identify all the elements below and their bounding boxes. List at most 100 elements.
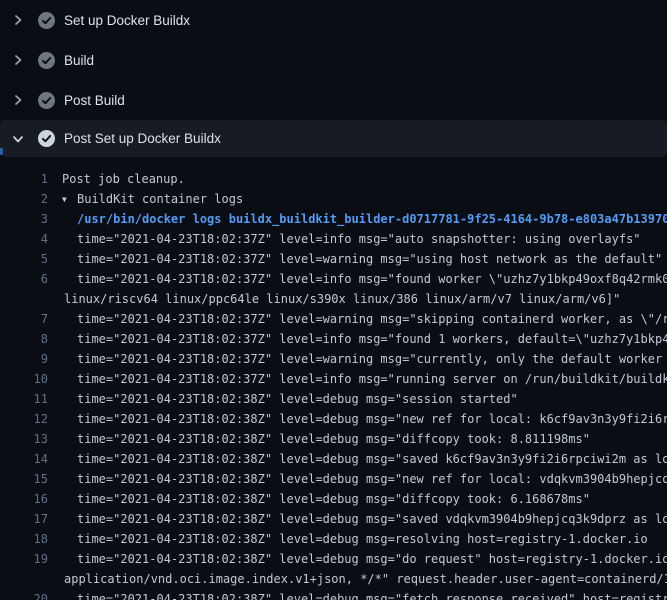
log-line-body: ▼time="2021-04-23T18:02:38Z" level=debug… — [48, 549, 667, 569]
log-line-text: time="2021-04-23T18:02:37Z" level=info m… — [77, 332, 667, 346]
step-header-set-up-docker-buildx[interactable]: Set up Docker Buildx — [0, 0, 667, 40]
log-line-number[interactable]: 19 — [0, 549, 48, 569]
log-line: 20 ▼time="2021-04-23T18:02:38Z" level=de… — [0, 589, 667, 600]
log-line: 3 ▼/usr/bin/docker logs buildx_buildkit_… — [0, 209, 667, 229]
focus-indicator — [0, 148, 3, 155]
log-line-number[interactable]: 7 — [0, 309, 48, 329]
log-line-body: ▼time="2021-04-23T18:02:38Z" level=debug… — [48, 509, 667, 529]
log-line-text: time="2021-04-23T18:02:37Z" level=info m… — [77, 272, 667, 286]
chevron-right-icon[interactable] — [10, 52, 26, 68]
chevron-right-icon[interactable] — [10, 92, 26, 108]
log-line-number[interactable]: 1 — [0, 169, 48, 189]
steps-panel: Set up Docker Buildx Build — [0, 0, 667, 157]
log-line: ▼application/vnd.oci.image.index.v1+json… — [0, 569, 667, 589]
log-line-body: ▼time="2021-04-23T18:02:37Z" level=info … — [48, 229, 641, 249]
log-line-number[interactable]: 16 — [0, 489, 48, 509]
log-line-body: ▼time="2021-04-23T18:02:37Z" level=warni… — [48, 309, 667, 329]
log-line-body: ▼time="2021-04-23T18:02:37Z" level=warni… — [48, 249, 662, 269]
log-line-text: /usr/bin/docker logs buildx_buildkit_bui… — [77, 212, 667, 226]
log-line: 1 ▼Post job cleanup. — [0, 169, 667, 189]
log-line: 19 ▼time="2021-04-23T18:02:38Z" level=de… — [0, 549, 667, 569]
step-title: Build — [64, 53, 94, 68]
log-line-text: time="2021-04-23T18:02:37Z" level=warnin… — [77, 252, 662, 266]
log-line: 7 ▼time="2021-04-23T18:02:37Z" level=war… — [0, 309, 667, 329]
log-line-text: time="2021-04-23T18:02:38Z" level=debug … — [77, 412, 667, 426]
log-line-number[interactable]: 6 — [0, 269, 48, 289]
log-line-text: time="2021-04-23T18:02:37Z" level=warnin… — [77, 312, 667, 326]
log-line-number[interactable]: 14 — [0, 449, 48, 469]
chevron-right-icon[interactable] — [10, 12, 26, 28]
log-line-body: ▼time="2021-04-23T18:02:37Z" level=warni… — [48, 349, 667, 369]
step-title: Post Set up Docker Buildx — [64, 131, 221, 146]
log-line-number[interactable]: 20 — [0, 589, 48, 600]
log-line-body: ▼time="2021-04-23T18:02:38Z" level=debug… — [48, 449, 667, 469]
step-header-post-build[interactable]: Post Build — [0, 80, 667, 120]
log-line-body: ▼time="2021-04-23T18:02:38Z" level=debug… — [48, 489, 590, 509]
log-line-number[interactable]: 9 — [0, 349, 48, 369]
log-line-text: BuildKit container logs — [77, 192, 243, 206]
status-check-icon — [38, 92, 55, 109]
log-line-body: ▼time="2021-04-23T18:02:37Z" level=info … — [48, 369, 667, 389]
log-line: 14 ▼time="2021-04-23T18:02:38Z" level=de… — [0, 449, 667, 469]
log-line-body: ▼time="2021-04-23T18:02:38Z" level=debug… — [48, 529, 648, 549]
log-group-toggle-icon[interactable]: ▼ — [62, 190, 77, 209]
log-line-body: ▼time="2021-04-23T18:02:37Z" level=info … — [48, 329, 667, 349]
log-line-body: ▼time="2021-04-23T18:02:38Z" level=debug… — [48, 389, 518, 409]
log-line-text: time="2021-04-23T18:02:38Z" level=debug … — [77, 492, 590, 506]
log-line-number[interactable]: 15 — [0, 469, 48, 489]
step-title: Set up Docker Buildx — [64, 13, 190, 28]
log-line-body: ▼time="2021-04-23T18:02:38Z" level=debug… — [48, 469, 667, 489]
log-line: 6 ▼time="2021-04-23T18:02:37Z" level=inf… — [0, 269, 667, 289]
log-line-text: linux/riscv64 linux/ppc64le linux/s390x … — [64, 292, 620, 306]
log-line-body: ▼BuildKit container logs — [48, 189, 243, 209]
status-check-icon — [38, 12, 55, 29]
log-line-body: ▼time="2021-04-23T18:02:38Z" level=debug… — [48, 429, 590, 449]
log-line: 5 ▼time="2021-04-23T18:02:37Z" level=war… — [0, 249, 667, 269]
log-line-number[interactable]: 18 — [0, 529, 48, 549]
log-line-number[interactable]: 2 — [0, 189, 48, 209]
log-line-number[interactable]: 3 — [0, 209, 48, 229]
log-line-text: time="2021-04-23T18:02:37Z" level=info m… — [77, 232, 641, 246]
log-line-body: ▼time="2021-04-23T18:02:38Z" level=debug… — [48, 589, 667, 600]
log-line-body: ▼linux/riscv64 linux/ppc64le linux/s390x… — [48, 289, 620, 309]
log-line-body: ▼time="2021-04-23T18:02:37Z" level=info … — [48, 269, 667, 289]
log-line-number[interactable]: 5 — [0, 249, 48, 269]
log-line-text: time="2021-04-23T18:02:38Z" level=debug … — [77, 452, 667, 466]
log-line: 11 ▼time="2021-04-23T18:02:38Z" level=de… — [0, 389, 667, 409]
step-header-post-set-up-docker-buildx[interactable]: Post Set up Docker Buildx — [0, 120, 667, 157]
log-line: 2 ▼BuildKit container logs — [0, 189, 667, 209]
log-line: 9 ▼time="2021-04-23T18:02:37Z" level=war… — [0, 349, 667, 369]
log-line: 17 ▼time="2021-04-23T18:02:38Z" level=de… — [0, 509, 667, 529]
log-line-text: time="2021-04-23T18:02:38Z" level=debug … — [77, 512, 667, 526]
step-header-build[interactable]: Build — [0, 40, 667, 80]
log-line-body: ▼application/vnd.oci.image.index.v1+json… — [48, 569, 667, 589]
log-line: 18 ▼time="2021-04-23T18:02:38Z" level=de… — [0, 529, 667, 549]
log-line-text: time="2021-04-23T18:02:37Z" level=warnin… — [77, 352, 667, 366]
log-line-text: time="2021-04-23T18:02:37Z" level=info m… — [77, 372, 667, 386]
log-line-number[interactable] — [0, 569, 48, 589]
log-line-text: time="2021-04-23T18:02:38Z" level=debug … — [77, 532, 648, 546]
log-line-number[interactable]: 11 — [0, 389, 48, 409]
log-line-number[interactable]: 10 — [0, 369, 48, 389]
log-line-number[interactable]: 4 — [0, 229, 48, 249]
log-line-number[interactable]: 13 — [0, 429, 48, 449]
log-line-text: Post job cleanup. — [62, 172, 185, 186]
log-line: 8 ▼time="2021-04-23T18:02:37Z" level=inf… — [0, 329, 667, 349]
log-line: 13 ▼time="2021-04-23T18:02:38Z" level=de… — [0, 429, 667, 449]
log-line: 4 ▼time="2021-04-23T18:02:37Z" level=inf… — [0, 229, 667, 249]
log-line-number[interactable]: 12 — [0, 409, 48, 429]
log-line-body: ▼Post job cleanup. — [48, 169, 185, 189]
step-title: Post Build — [64, 93, 125, 108]
log-line-body: ▼time="2021-04-23T18:02:38Z" level=debug… — [48, 409, 667, 429]
log-line-text: time="2021-04-23T18:02:38Z" level=debug … — [77, 552, 667, 566]
chevron-down-icon[interactable] — [10, 131, 26, 147]
log-line: 16 ▼time="2021-04-23T18:02:38Z" level=de… — [0, 489, 667, 509]
log-line: ▼linux/riscv64 linux/ppc64le linux/s390x… — [0, 289, 667, 309]
log-line-number[interactable]: 17 — [0, 509, 48, 529]
log-line-text: time="2021-04-23T18:02:38Z" level=debug … — [77, 592, 667, 600]
status-check-icon — [38, 52, 55, 69]
log-line-text: application/vnd.oci.image.index.v1+json,… — [64, 572, 667, 586]
log-line-number[interactable]: 8 — [0, 329, 48, 349]
log-line: 15 ▼time="2021-04-23T18:02:38Z" level=de… — [0, 469, 667, 489]
log-line-number[interactable] — [0, 289, 48, 309]
